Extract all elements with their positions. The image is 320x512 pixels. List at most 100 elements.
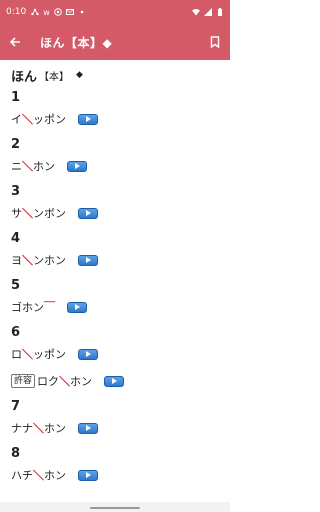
reading-entry: 2 ニ＼ホン bbox=[11, 135, 219, 177]
pronunciation-pre-accent: ハチ bbox=[11, 469, 33, 482]
notification-icons: w bbox=[31, 8, 86, 17]
pronunciation-pre-accent: ヨ bbox=[11, 254, 22, 267]
wifi-icon bbox=[192, 9, 200, 16]
play-audio-button[interactable] bbox=[78, 254, 98, 266]
entry-number: 3 bbox=[11, 184, 21, 199]
entry-number: 6 bbox=[11, 325, 21, 340]
reading-entry: 3 サ＼ンボン bbox=[11, 182, 219, 224]
w-notification-icon: w bbox=[43, 7, 50, 17]
play-audio-button[interactable] bbox=[78, 113, 98, 125]
gesture-handle[interactable] bbox=[90, 507, 140, 509]
accent-fall-mark: ＼ bbox=[22, 254, 33, 267]
pronunciation-text: ヨ＼ンホン bbox=[11, 252, 66, 268]
pronunciation-text: イ＼ッポン bbox=[11, 111, 66, 127]
flat-accent-mark: ￣ bbox=[44, 301, 55, 314]
pronunciation-text: ゴホン￣ bbox=[11, 299, 55, 315]
pronunciation-pre-accent: ナナ bbox=[11, 422, 33, 435]
play-icon bbox=[85, 257, 91, 263]
dot-icon bbox=[80, 10, 84, 14]
accent-fall-mark: ＼ bbox=[22, 348, 33, 361]
pronunciation-pre-accent: ロ bbox=[11, 348, 22, 361]
pronunciation-row: ニ＼ホン bbox=[11, 155, 219, 177]
system-icons bbox=[192, 8, 224, 16]
entry-number: 1 bbox=[11, 90, 21, 105]
play-audio-button[interactable] bbox=[78, 207, 98, 219]
entry-list: 1 イ＼ッポン 2 ニ＼ホン 3 サ＼ンボン 4 ヨ＼ンホン 5 ゴホン￣ 6 ロ＼ッポン 許容 ロク＼ホ… bbox=[11, 88, 219, 486]
pronunciation-row: イ＼ッポン bbox=[11, 108, 219, 130]
pronunciation-row: ロ＼ッポン bbox=[11, 343, 219, 365]
pronunciation-pre-accent: ロク bbox=[37, 375, 60, 388]
play-icon bbox=[111, 378, 117, 384]
pronunciation-pre-accent: イ bbox=[11, 113, 22, 126]
play-audio-button[interactable] bbox=[67, 301, 87, 313]
reading-entry: 7 ナナ＼ホン bbox=[11, 397, 219, 439]
entry-number: 5 bbox=[11, 278, 21, 293]
bookmark-icon bbox=[210, 36, 220, 48]
play-icon bbox=[85, 116, 91, 122]
play-audio-button[interactable] bbox=[104, 375, 125, 387]
pronunciation-row: ハチ＼ホン bbox=[11, 464, 219, 486]
pronunciation-text: サ＼ンボン bbox=[11, 205, 66, 221]
entry-number: 7 bbox=[11, 399, 21, 414]
entry-number: 2 bbox=[11, 137, 21, 152]
play-icon bbox=[85, 210, 91, 216]
play-audio-button[interactable] bbox=[67, 160, 87, 172]
arrow-left-icon bbox=[9, 37, 20, 47]
network-icon bbox=[31, 8, 39, 16]
pronunciation-post-accent: ホン bbox=[44, 469, 66, 482]
pronunciation-row: ヨ＼ンホン bbox=[11, 249, 219, 271]
reading-entry: 6 ロ＼ッポン 許容 ロク＼ホン bbox=[11, 323, 219, 392]
circle-a-icon bbox=[53, 8, 62, 16]
reading-entry: 5 ゴホン￣ bbox=[11, 276, 219, 318]
accent-fall-mark: ＼ bbox=[59, 375, 71, 388]
pronunciation-post-accent: ンボン bbox=[33, 207, 66, 220]
pronunciation-text: ロ＼ッポン bbox=[11, 346, 66, 362]
mail-icon bbox=[65, 9, 74, 15]
entry-number: 8 bbox=[11, 446, 21, 461]
play-audio-button[interactable] bbox=[78, 422, 98, 434]
pronunciation-pre-accent: ニ bbox=[11, 160, 22, 173]
accent-fall-mark: ＼ bbox=[33, 422, 44, 435]
app-bar: ほん【本】◆ bbox=[0, 24, 230, 60]
pronunciation-post-accent: ホン bbox=[33, 160, 55, 173]
pronunciation-pre-accent: サ bbox=[11, 207, 22, 220]
pronunciation-row: ナナ＼ホン bbox=[11, 417, 219, 439]
pronunciation-row: サ＼ンボン bbox=[11, 202, 219, 224]
accent-fall-mark: ＼ bbox=[22, 160, 33, 173]
page-title: ほん【本】◆ bbox=[40, 35, 113, 50]
navigation-bar bbox=[0, 502, 230, 512]
play-icon bbox=[74, 163, 80, 169]
play-icon bbox=[85, 425, 91, 431]
pronunciation-row: 許容 ロク＼ホン bbox=[11, 370, 219, 392]
pronunciation-post-accent: ホン bbox=[70, 375, 93, 388]
pronunciation-row: ゴホン￣ bbox=[11, 296, 219, 318]
accent-fall-mark: ＼ bbox=[22, 113, 33, 126]
status-bar: 0:10 w bbox=[0, 0, 230, 24]
reading-entry: 8 ハチ＼ホン bbox=[11, 444, 219, 486]
headword: ほん 【本】 ◆ bbox=[11, 64, 219, 86]
allowed-variant-badge: 許容 bbox=[11, 374, 36, 388]
entry-content[interactable]: ほん 【本】 ◆ 1 イ＼ッポン 2 ニ＼ホン 3 サ＼ンボン 4 ヨ＼ンホン 5 ゴホン￣ 6 ロ＼… bbox=[0, 60, 230, 502]
play-icon bbox=[85, 472, 91, 478]
pronunciation-text: ナナ＼ホン bbox=[11, 420, 66, 436]
pronunciation-text: ロク＼ホン bbox=[37, 373, 92, 389]
back-button[interactable] bbox=[0, 24, 30, 60]
headword-kanji: 【本】 bbox=[39, 71, 70, 83]
accent-fall-mark: ＼ bbox=[33, 469, 44, 482]
reading-entry: 1 イ＼ッポン bbox=[11, 88, 219, 130]
entry-number: 4 bbox=[11, 231, 21, 246]
signal-icon bbox=[204, 8, 212, 16]
pronunciation-post-accent: ッポン bbox=[33, 113, 66, 126]
pronunciation-pre-accent: ゴホン bbox=[11, 301, 44, 314]
pronunciation-post-accent: ッポン bbox=[33, 348, 66, 361]
accent-fall-mark: ＼ bbox=[22, 207, 33, 220]
play-icon bbox=[74, 304, 80, 310]
battery-icon bbox=[218, 8, 222, 16]
bookmark-button[interactable] bbox=[200, 24, 230, 60]
clock: 0:10 bbox=[6, 7, 27, 17]
headword-kana: ほん bbox=[11, 69, 38, 85]
pronunciation-text: ニ＼ホン bbox=[11, 158, 55, 174]
pronunciation-post-accent: ホン bbox=[44, 422, 66, 435]
play-audio-button[interactable] bbox=[78, 348, 98, 360]
play-audio-button[interactable] bbox=[78, 469, 98, 481]
